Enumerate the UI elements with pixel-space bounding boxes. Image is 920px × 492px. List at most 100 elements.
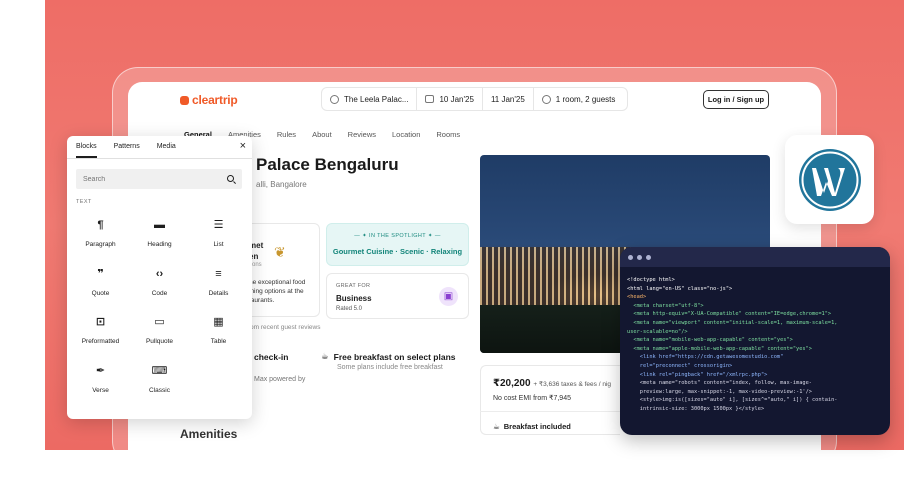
block-quote[interactable]: ❞ Quote <box>71 267 130 316</box>
inserter-divider <box>67 158 252 159</box>
block-pullquote[interactable]: ▭ Pullquote <box>130 315 189 364</box>
logo-text: cleartrip <box>192 93 238 107</box>
checkout-field-value: 11 Jan'25 <box>490 94 525 104</box>
great-for-rating: Rated 5.0 <box>336 306 363 312</box>
guests-field-value: 1 room, 2 guests <box>555 94 616 104</box>
block-label: Quote <box>91 289 110 297</box>
verse-icon: ✒ <box>95 364 106 377</box>
block-label: Classic <box>149 386 170 394</box>
code-line: intrinsic-size: 3000px 1500px }</style> <box>627 405 765 412</box>
tab-media[interactable]: Media <box>157 143 176 158</box>
block-search-input[interactable] <box>76 169 242 189</box>
code-line: <meta name="viewport" content="initial-s… <box>627 319 838 326</box>
block-grid: ¶ Paragraph ▬ Heading ☰ List ❞ Quote ‹› Code ≡ Deta… <box>71 218 248 412</box>
price-amount: ₹20,200 <box>493 378 531 389</box>
search-icon[interactable] <box>227 175 234 182</box>
code-line: <html lang="en-US" class="no-js"> <box>627 285 733 292</box>
checkin-title: check-in <box>254 352 289 362</box>
quote-icon: ❞ <box>97 267 104 280</box>
block-inserter-panel: Blocks Patterns Media × TEXT ¶ Paragraph ▬… <box>67 136 252 419</box>
code-icon: ‹› <box>155 267 164 280</box>
block-verse[interactable]: ✒ Verse <box>71 364 130 413</box>
block-table[interactable]: ▦ Table <box>189 315 248 364</box>
block-classic[interactable]: ⌨ Classic <box>130 364 189 413</box>
amenities-heading: Amenities <box>180 427 238 441</box>
tab-about[interactable]: About <box>312 130 332 139</box>
wordpress-logo-card <box>785 135 874 224</box>
preformatted-icon: ⊡ <box>95 316 106 328</box>
close-icon[interactable]: × <box>240 140 246 152</box>
inserter-tabs: Blocks Patterns Media <box>76 143 176 158</box>
price-taxes: + ₹3,636 taxes & fees / nig <box>533 381 611 388</box>
block-label: Details <box>208 289 229 297</box>
classic-icon: ⌨ <box>151 364 168 377</box>
laurel-icon: ❦ <box>274 244 286 260</box>
hotel-field[interactable]: The Leela Palac... <box>322 88 418 110</box>
block-label: List <box>213 241 224 248</box>
window-dot-icon <box>637 255 642 260</box>
block-preformatted[interactable]: ⊡ Preformatted <box>71 315 130 364</box>
great-for-business-card: GREAT FOR Business Rated 5.0 ▣ <box>326 273 469 319</box>
code-line: <link rel="pingback" href="/xmlrpc.php"> <box>627 371 768 378</box>
block-list[interactable]: ☰ List <box>189 218 248 267</box>
cleartrip-logo-icon <box>180 95 189 105</box>
price-line: ₹20,200 + ₹3,636 taxes & fees / nig <box>493 378 611 389</box>
breakfast-included: ☕ Breakfast included <box>493 422 571 431</box>
checkin-subtitle: Max powered by <box>254 376 306 383</box>
block-code[interactable]: ‹› Code <box>130 267 189 316</box>
stage: cleartrip The Leela Palac... 10 Jan'25 1… <box>0 0 920 492</box>
hotel-search-bar[interactable]: The Leela Palac... 10 Jan'25 11 Jan'25 1… <box>321 87 628 111</box>
tab-reviews[interactable]: Reviews <box>348 130 376 139</box>
paragraph-icon: ¶ <box>97 219 104 231</box>
review-note: om recent guest reviews <box>250 324 321 331</box>
hotel-location: alli, Bangalore <box>256 180 307 189</box>
heading-icon: ▬ <box>154 219 165 231</box>
login-button[interactable]: Log in / Sign up <box>703 90 769 109</box>
cleartrip-logo[interactable]: cleartrip <box>180 93 238 107</box>
block-label: Preformatted <box>81 338 120 345</box>
tab-patterns[interactable]: Patterns <box>114 143 140 158</box>
wordpress-logo-icon <box>798 148 861 211</box>
window-dot-icon <box>646 255 651 260</box>
table-icon: ▦ <box>213 316 224 328</box>
code-window-titlebar <box>620 247 890 267</box>
checkout-field[interactable]: 11 Jan'25 <box>483 88 534 110</box>
location-pin-icon <box>330 94 339 104</box>
code-line: <meta http-equiv="X-UA-Compatible" conte… <box>627 311 832 318</box>
code-line: <link href="https://cdn.getawesomestudio… <box>627 354 784 361</box>
calendar-icon <box>425 95 435 103</box>
checkin-field[interactable]: 10 Jan'25 <box>417 88 483 110</box>
breakfast-subtitle: Some plans include free breakfast <box>337 364 443 371</box>
block-heading[interactable]: ▬ Heading <box>130 218 189 267</box>
block-paragraph[interactable]: ¶ Paragraph <box>71 218 130 267</box>
code-line: user-scalable=no"/> <box>627 328 688 335</box>
code-line: <meta name="apple-mobile-web-app-capable… <box>627 345 812 352</box>
block-label: Paragraph <box>85 241 116 248</box>
tab-location[interactable]: Location <box>392 130 420 139</box>
price-divider <box>480 411 620 412</box>
tab-blocks[interactable]: Blocks <box>76 143 97 158</box>
code-line: <style>img:is([sizes="auto" i], [sizes^=… <box>627 397 838 404</box>
code-line: <meta name="mobile-web-app-capable" cont… <box>627 337 793 344</box>
breakfast-row: ☕ Free breakfast on select plans <box>321 351 456 362</box>
list-icon: ☰ <box>213 219 224 231</box>
code-line: <head> <box>627 294 647 301</box>
tab-rules[interactable]: Rules <box>277 130 296 139</box>
code-line: <meta name="robots" content="index, foll… <box>627 380 812 387</box>
breakfast-included-label: Breakfast included <box>503 422 571 431</box>
pullquote-icon: ▭ <box>154 316 165 328</box>
spotlight-card: — ✦ IN THE SPOTLIGHT ✦ — Gourmet Cuisine… <box>326 223 469 266</box>
great-for-title: Business <box>336 294 372 303</box>
block-label: Pullquote <box>145 338 174 345</box>
spotlight-kicker: — ✦ IN THE SPOTLIGHT ✦ — <box>354 233 441 239</box>
code-line: preview:large, max-snippet:-1, max-video… <box>627 388 812 395</box>
code-line: <!doctype html> <box>627 277 675 283</box>
block-details[interactable]: ≡ Details <box>189 267 248 316</box>
code-lines: <!doctype html> <html lang="en-US" class=… <box>627 276 884 414</box>
tab-rooms[interactable]: Rooms <box>436 130 460 139</box>
spotlight-value: Gourmet Cuisine · Scenic · Relaxing <box>332 247 463 256</box>
guests-field[interactable]: 1 room, 2 guests <box>534 88 624 110</box>
breakfast-title: Free breakfast on select plans <box>333 351 456 362</box>
breakfast-icon: ☕ <box>321 351 329 361</box>
emi-text: No cost EMI from ₹7,945 <box>493 395 571 402</box>
